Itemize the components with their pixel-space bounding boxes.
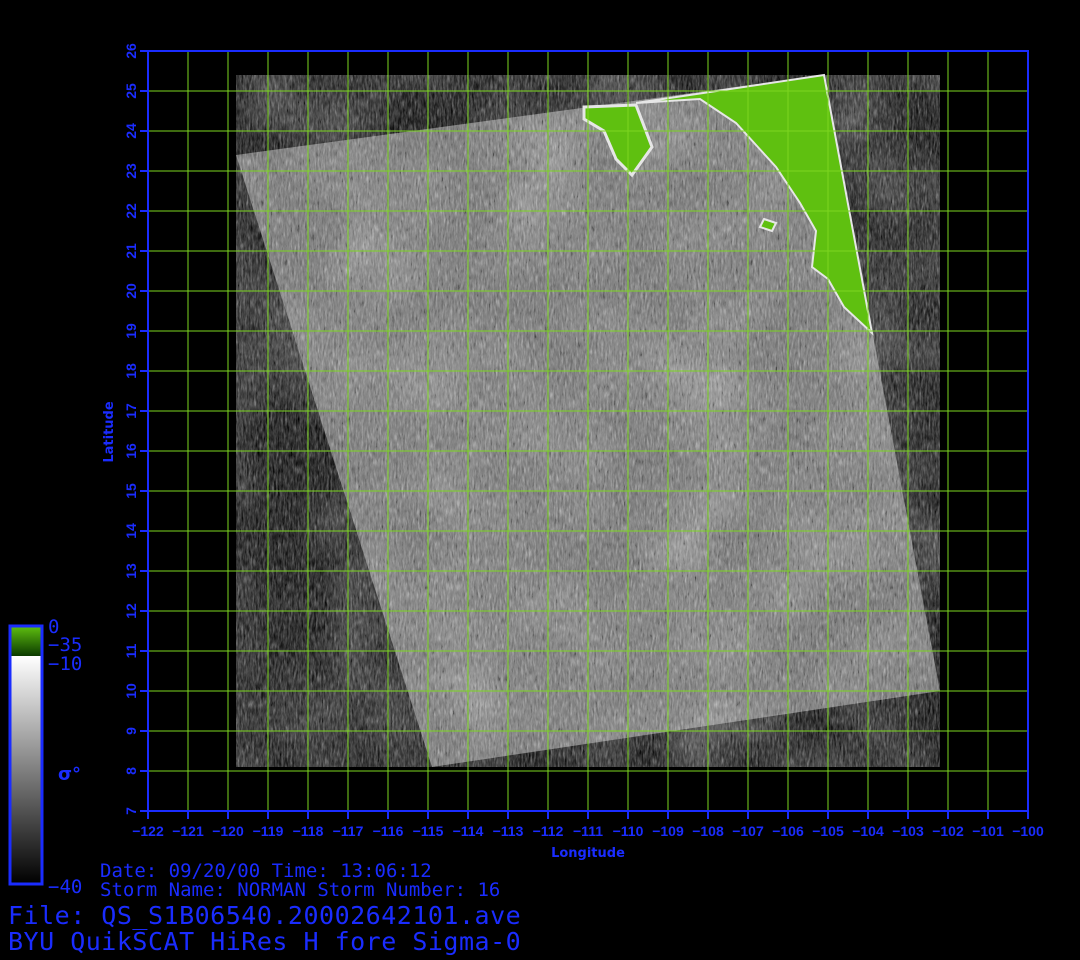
x-tick-label: −121 bbox=[172, 823, 204, 839]
y-tick-label: 25 bbox=[123, 83, 139, 99]
x-tick-label: −101 bbox=[972, 823, 1004, 839]
x-tick-label: −122 bbox=[132, 823, 164, 839]
x-tick-label: −113 bbox=[493, 823, 524, 839]
colorbar-top-label: −10 bbox=[48, 653, 83, 675]
swath-map: −122 −121 −120 −119 −118 −117 −116 −115 −114 −113… bbox=[8, 43, 1044, 886]
y-axis-label: Latitude bbox=[102, 401, 117, 463]
y-tick-label: 26 bbox=[123, 43, 139, 59]
y-tick-label: 17 bbox=[123, 403, 139, 419]
x-tick-label: −107 bbox=[732, 823, 764, 839]
file-name-line: File: QS_S1B06540.20002642101.ave bbox=[8, 901, 522, 930]
y-tick-label: 22 bbox=[123, 203, 139, 219]
x-tick-label: −106 bbox=[772, 823, 804, 839]
x-tick-label: −104 bbox=[852, 823, 884, 839]
x-tick-label: −110 bbox=[613, 823, 644, 839]
y-tick-label: 21 bbox=[123, 243, 139, 259]
y-tick-label: 11 bbox=[123, 643, 139, 658]
storm-info-line: Storm Name: NORMAN Storm Number: 16 bbox=[100, 879, 501, 901]
y-tick-label: 24 bbox=[123, 123, 139, 139]
y-tick-label: 12 bbox=[123, 603, 139, 619]
y-tick-label: 14 bbox=[123, 523, 139, 539]
colorbar-gradient bbox=[10, 656, 42, 884]
x-tick-label: −100 bbox=[1012, 823, 1044, 839]
y-tick-label: 13 bbox=[123, 563, 139, 579]
y-tick-label: 10 bbox=[123, 683, 139, 699]
y-tick-label: 20 bbox=[123, 283, 139, 299]
colorbar-quantity-label: σ° bbox=[58, 764, 82, 785]
x-tick-label: −102 bbox=[932, 823, 964, 839]
y-tick-label: 7 bbox=[123, 807, 139, 815]
y-tick-label: 16 bbox=[123, 443, 139, 459]
x-tick-label: −120 bbox=[212, 823, 244, 839]
x-tick-label: −103 bbox=[892, 823, 924, 839]
x-tick-label: −105 bbox=[812, 823, 844, 839]
x-axis-label: Longitude bbox=[551, 846, 625, 861]
colorbar-bottom-label: −40 bbox=[48, 876, 83, 898]
y-tick-label: 8 bbox=[123, 767, 139, 775]
y-tick-label: 9 bbox=[123, 727, 139, 735]
x-tick-label: −109 bbox=[652, 823, 684, 839]
x-tick-label: −119 bbox=[253, 823, 284, 839]
y-tick-label: 18 bbox=[123, 363, 139, 379]
y-tick-label: 15 bbox=[123, 483, 139, 499]
x-tick-label: −118 bbox=[293, 823, 324, 839]
x-tick-label: −112 bbox=[533, 823, 564, 839]
x-tick-label: −111 bbox=[573, 823, 603, 839]
x-tick-label: −115 bbox=[413, 823, 444, 839]
y-tick-label: 23 bbox=[123, 163, 139, 179]
colorbar-land-segment bbox=[10, 626, 42, 656]
x-tick-label: −117 bbox=[333, 823, 364, 839]
y-tick-label: 19 bbox=[123, 323, 139, 339]
colorbar bbox=[8, 624, 44, 886]
product-title-line: BYU QuikSCAT HiRes H fore Sigma-0 bbox=[8, 927, 522, 956]
x-tick-label: −108 bbox=[692, 823, 724, 839]
x-tick-label: −116 bbox=[373, 823, 404, 839]
x-tick-label: −114 bbox=[453, 823, 484, 839]
